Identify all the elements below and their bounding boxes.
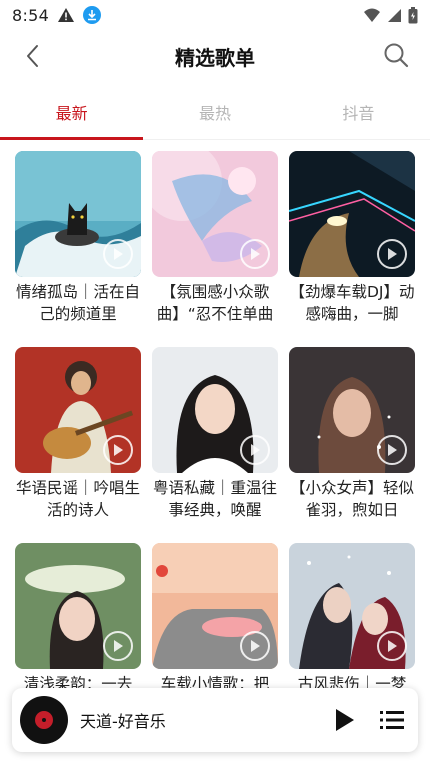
play-icon[interactable]: [240, 435, 270, 465]
play-icon[interactable]: [377, 435, 407, 465]
playlist-title: 【劲爆车载DJ】动感嗨曲，一脚: [289, 283, 415, 323]
playlist-card[interactable]: 粤语私藏｜重温往事经典，唤醒: [152, 347, 278, 521]
play-button[interactable]: [330, 706, 358, 734]
playlist-cover: [289, 543, 415, 669]
album-disc-icon[interactable]: [20, 696, 68, 744]
play-icon[interactable]: [377, 239, 407, 269]
playlist-cover: [15, 151, 141, 277]
playlist-card[interactable]: 【氛围感小众歌曲】“忍不住单曲: [152, 151, 278, 325]
playlist-title: 【氛围感小众歌曲】“忍不住单曲: [156, 283, 274, 323]
playlist-cover: [152, 347, 278, 473]
playlist-cover: [15, 543, 141, 669]
title-bar: 精选歌单: [0, 30, 430, 82]
play-icon[interactable]: [377, 631, 407, 661]
playlist-card[interactable]: 【劲爆车载DJ】动感嗨曲，一脚: [289, 151, 415, 325]
playlist-cover: [289, 347, 415, 473]
play-icon[interactable]: [240, 631, 270, 661]
mini-player[interactable]: 天道-好音乐: [12, 688, 418, 752]
playlist-grid: 情绪孤岛｜活在自己的频道里 【氛围感小众歌曲】“忍不住单曲 【劲爆车载DJ】动感…: [0, 140, 430, 764]
playlist-title: 粤语私藏｜重温往事经典，唤醒: [152, 479, 277, 519]
playlist-card[interactable]: 【小众女声】轻似雀羽，煦如日: [289, 347, 415, 521]
playlist-card[interactable]: 华语民谣｜吟唱生活的诗人: [15, 347, 141, 521]
signal-icon: [388, 8, 401, 22]
search-icon[interactable]: [382, 41, 410, 69]
playlist-title: 情绪孤岛｜活在自己的频道里: [15, 283, 140, 323]
wifi-icon: [364, 8, 380, 22]
battery-icon: [408, 6, 418, 23]
playlist-queue-icon[interactable]: [378, 706, 406, 734]
tab-hottest[interactable]: 最热: [143, 88, 286, 139]
status-time: 8:54: [12, 5, 50, 25]
category-tabs: 最新 最热 抖音: [0, 88, 430, 140]
play-icon[interactable]: [103, 239, 133, 269]
download-icon: [83, 6, 102, 24]
tab-douyin[interactable]: 抖音: [287, 88, 430, 139]
play-icon[interactable]: [103, 435, 133, 465]
status-bar: 8:54: [0, 0, 430, 30]
now-playing-title[interactable]: 天道-好音乐: [80, 708, 166, 732]
playlist-title: 【小众女声】轻似雀羽，煦如日: [289, 479, 414, 519]
playlist-card[interactable]: 情绪孤岛｜活在自己的频道里: [15, 151, 141, 325]
page-title: 精选歌单: [175, 46, 255, 70]
playlist-cover: [152, 543, 278, 669]
warning-icon: [58, 8, 75, 22]
playlist-cover: [289, 151, 415, 277]
playlist-title: 华语民谣｜吟唱生活的诗人: [15, 479, 140, 519]
playlist-cover: [15, 347, 141, 473]
play-icon[interactable]: [240, 239, 270, 269]
play-icon[interactable]: [103, 631, 133, 661]
playlist-cover: [152, 151, 278, 277]
tab-newest[interactable]: 最新: [0, 88, 144, 140]
